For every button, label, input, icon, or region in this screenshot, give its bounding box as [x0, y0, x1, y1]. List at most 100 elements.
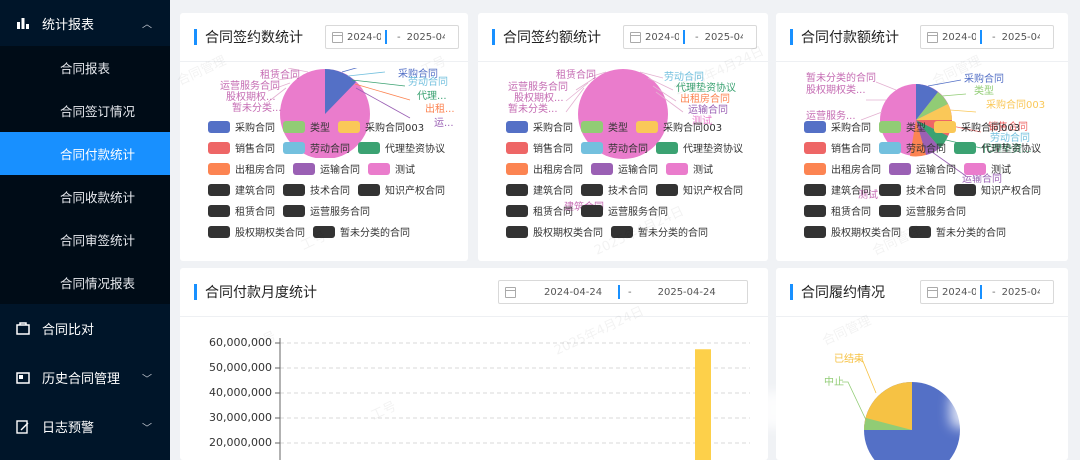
- card-title: 合同付款额统计: [801, 30, 899, 46]
- legend-item[interactable]: 运营服务合同: [283, 203, 370, 218]
- submenu-item-sign-status[interactable]: 合同签订情况: [0, 89, 170, 132]
- legend-swatch: [581, 183, 603, 196]
- text-cursor: [980, 30, 982, 44]
- title-accent: [194, 29, 197, 45]
- legend-row: 采购合同 类型 采购合同003: [208, 116, 453, 137]
- submenu-item-payment-stats[interactable]: 合同付款统计: [0, 132, 170, 175]
- main-content: 合同签约数统计 2024-04-24 - 2025-04-24: [170, 0, 1080, 460]
- legend-item[interactable]: 股权期权类合同: [804, 224, 901, 239]
- legend-item[interactable]: 测试: [666, 161, 713, 176]
- legend-label: 测试: [395, 165, 415, 176]
- legend-item[interactable]: 代理垫资协议: [954, 140, 1041, 155]
- legend-swatch: [581, 204, 603, 217]
- legend-item[interactable]: 采购合同003: [338, 119, 424, 134]
- pie-label: 类型: [974, 84, 994, 97]
- legend-label: 销售合同: [533, 144, 573, 155]
- range-end[interactable]: 2025-04-24: [407, 32, 445, 43]
- legend-item[interactable]: 知识产权合同: [656, 182, 743, 197]
- date-range-picker[interactable]: 2024-04-24 - 2025-04-24: [325, 25, 459, 49]
- legend-item[interactable]: 类型: [581, 119, 628, 134]
- pie-label: 出租房合同: [680, 92, 730, 105]
- legend-swatch: [208, 204, 230, 217]
- legend-item[interactable]: 运输合同: [293, 161, 360, 176]
- legend-item[interactable]: 知识产权合同: [954, 182, 1041, 197]
- legend-item[interactable]: 类型: [283, 119, 330, 134]
- chevron-down-icon: ﹀: [142, 374, 152, 385]
- submenu-item-status-report[interactable]: 合同情况报表: [0, 261, 170, 304]
- range-start[interactable]: 2024-04-24: [645, 32, 679, 43]
- menu-group-stats[interactable]: 统计报表 ︿: [0, 0, 170, 46]
- legend-item[interactable]: 出租房合同: [804, 161, 881, 176]
- menu-item-log[interactable]: 日志预警 ﹀: [0, 402, 170, 451]
- legend-swatch: [208, 183, 230, 196]
- legend-label: 类型: [608, 123, 628, 134]
- legend-item[interactable]: 技术合同: [581, 182, 648, 197]
- legend-item[interactable]: 测试: [368, 161, 415, 176]
- legend-label: 出租房合同: [831, 165, 881, 176]
- legend-item[interactable]: 劳动合同: [581, 140, 648, 155]
- legend-row: 建筑合同 技术合同 知识产权合同: [208, 179, 453, 200]
- legend-item[interactable]: 技术合同: [283, 182, 350, 197]
- menu-item-compare[interactable]: 合同比对: [0, 304, 170, 353]
- legend-item[interactable]: 代理垫资协议: [358, 140, 445, 155]
- legend-item[interactable]: 劳动合同: [283, 140, 350, 155]
- date-range-picker[interactable]: 2024-04-24 - 2025-04-24: [920, 25, 1054, 49]
- legend-item[interactable]: 暂未分类的合同: [313, 224, 410, 239]
- legend-item[interactable]: 建筑合同: [804, 182, 871, 197]
- legend-label: 技术合同: [310, 186, 350, 197]
- legend-item[interactable]: 采购合同003: [636, 119, 722, 134]
- legend-item[interactable]: 运营服务合同: [879, 203, 966, 218]
- legend-swatch: [283, 120, 305, 133]
- legend-item[interactable]: 销售合同: [506, 140, 573, 155]
- legend-swatch: [208, 141, 230, 154]
- calendar-icon: [630, 31, 641, 43]
- legend-item[interactable]: 采购合同: [506, 119, 573, 134]
- divider: [776, 61, 1068, 62]
- legend-swatch: [804, 162, 826, 175]
- legend-item[interactable]: 销售合同: [804, 140, 871, 155]
- date-range-picker[interactable]: 2024-04-24 - 2025-04-24: [623, 25, 757, 49]
- document-icon: [16, 321, 30, 336]
- legend-item[interactable]: 测试: [964, 161, 1011, 176]
- menu-item-compare-label: 合同比对: [42, 323, 95, 338]
- text-cursor: [385, 30, 387, 44]
- legend-item[interactable]: 劳动合同: [879, 140, 946, 155]
- submenu-item-contract-report[interactable]: 合同报表: [0, 46, 170, 89]
- legend-swatch: [611, 225, 633, 238]
- submenu-item-approval-stats[interactable]: 合同审签统计: [0, 218, 170, 261]
- legend-item[interactable]: 销售合同: [208, 140, 275, 155]
- legend-item[interactable]: 类型: [879, 119, 926, 134]
- submenu-item-receipt-stats[interactable]: 合同收款统计: [0, 175, 170, 218]
- legend-swatch: [338, 120, 360, 133]
- legend-swatch: [879, 183, 901, 196]
- legend-item[interactable]: 运营服务合同: [581, 203, 668, 218]
- range-start[interactable]: 2024-04-24: [942, 32, 976, 43]
- legend-item[interactable]: 建筑合同: [208, 182, 275, 197]
- legend-item[interactable]: 运输合同: [591, 161, 658, 176]
- legend-item[interactable]: 股权期权类合同: [506, 224, 603, 239]
- pie-label: 采购合同003: [986, 98, 1045, 111]
- legend-item[interactable]: 技术合同: [879, 182, 946, 197]
- legend-item[interactable]: 采购合同: [208, 119, 275, 134]
- legend-label: 建筑合同: [831, 186, 871, 197]
- legend-item[interactable]: 暂未分类的合同: [909, 224, 1006, 239]
- range-end[interactable]: 2025-04-24: [1002, 32, 1040, 43]
- legend-item[interactable]: 出租房合同: [506, 161, 583, 176]
- legend-item[interactable]: 运输合同: [889, 161, 956, 176]
- legend-item[interactable]: 租赁合同: [804, 203, 871, 218]
- legend-item[interactable]: 采购合同003: [934, 119, 1020, 134]
- legend-item[interactable]: 租赁合同: [506, 203, 573, 218]
- legend-item[interactable]: 暂未分类的合同: [611, 224, 708, 239]
- menu-item-history[interactable]: 历史合同管理 ﹀: [0, 353, 170, 402]
- legend-item[interactable]: 知识产权合同: [358, 182, 445, 197]
- legend-item[interactable]: 出租房合同: [208, 161, 285, 176]
- legend-item[interactable]: 采购合同: [804, 119, 871, 134]
- range-start[interactable]: 2024-04-24: [347, 32, 381, 43]
- legend-item[interactable]: 租赁合同: [208, 203, 275, 218]
- legend-item[interactable]: 股权期权类合同: [208, 224, 305, 239]
- legend-item[interactable]: 代理垫资协议: [656, 140, 743, 155]
- legend-label: 采购合同: [235, 123, 275, 134]
- bar[interactable]: [695, 349, 711, 460]
- legend-item[interactable]: 建筑合同: [506, 182, 573, 197]
- range-end[interactable]: 2025-04-24: [705, 32, 743, 43]
